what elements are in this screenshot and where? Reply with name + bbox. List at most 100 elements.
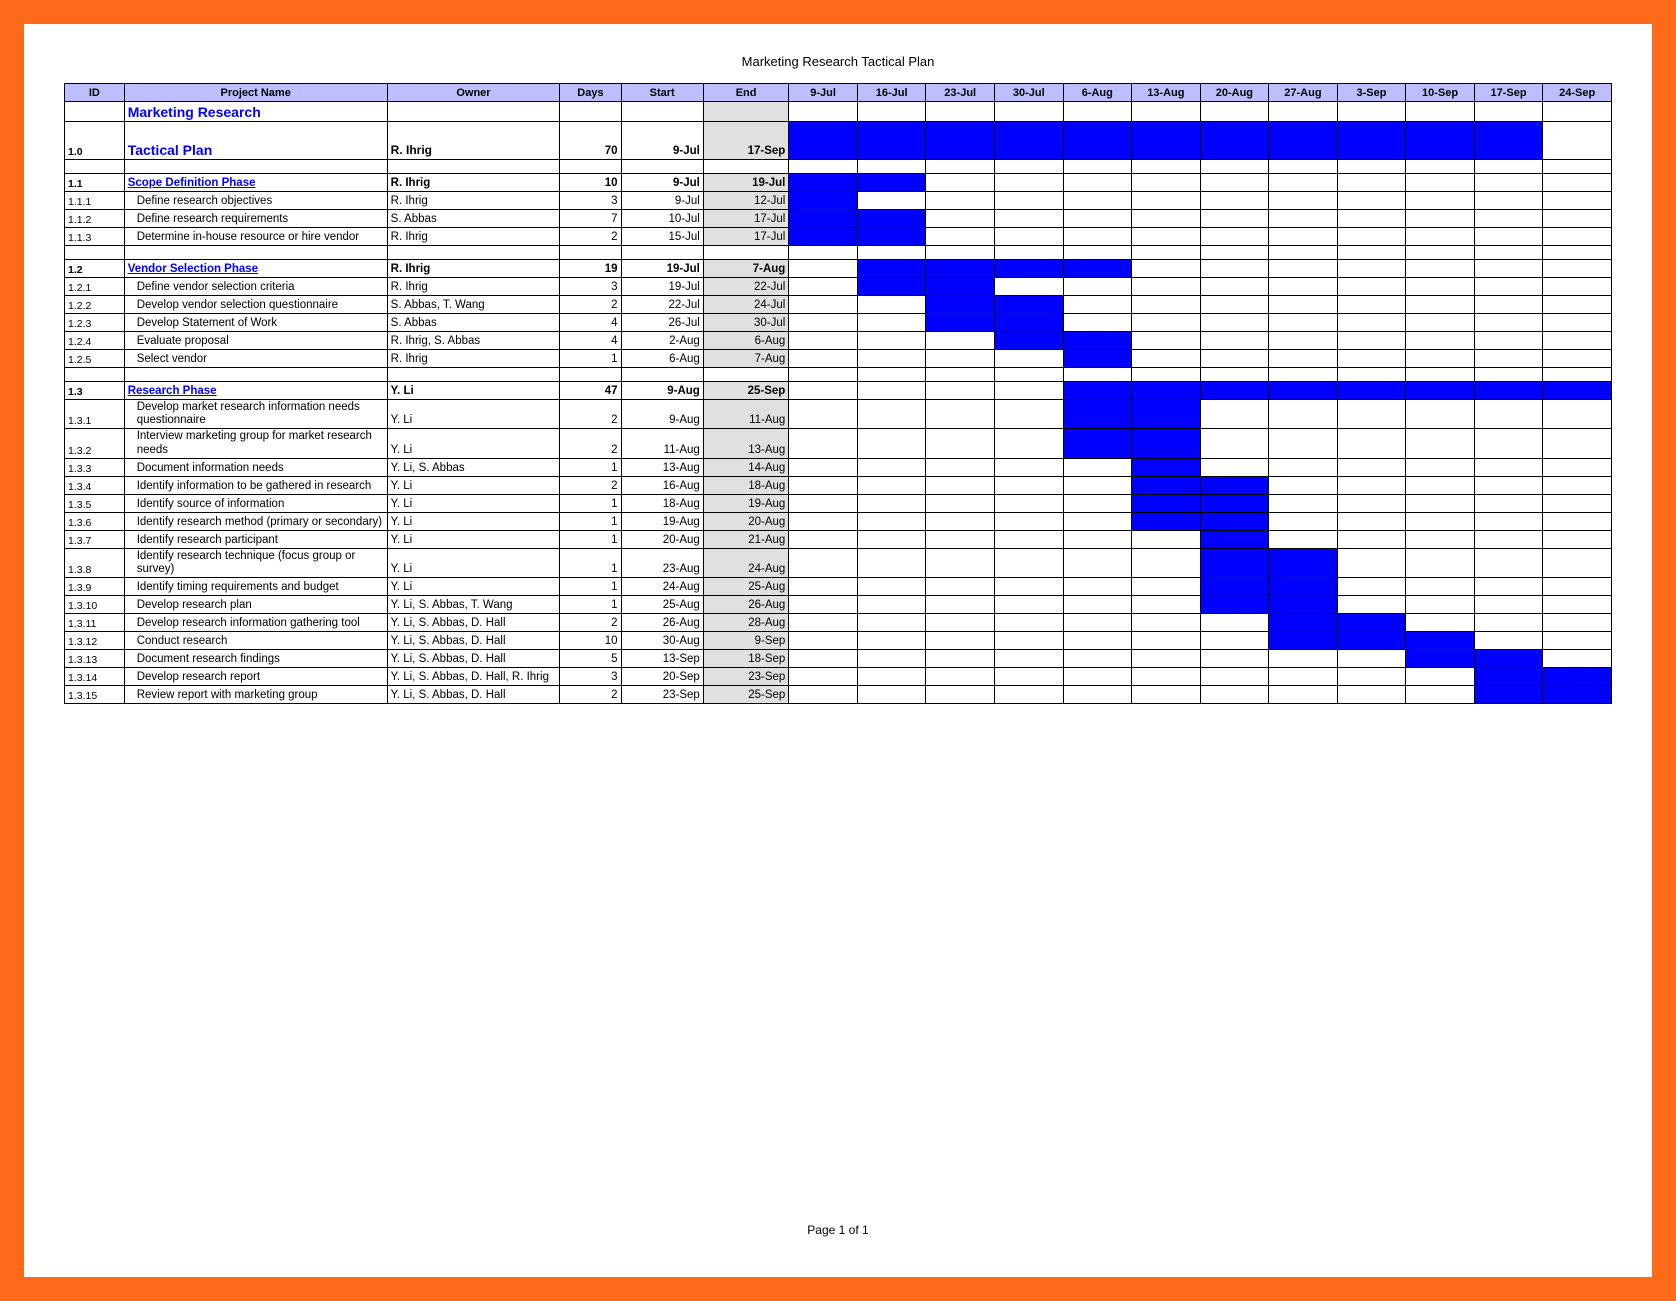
gantt-cell	[926, 458, 995, 476]
gantt-cell	[1269, 210, 1338, 228]
cell-id: 1.1.3	[65, 228, 125, 246]
cell-start: 26-Aug	[621, 614, 703, 632]
gantt-cell	[1337, 686, 1406, 704]
gantt-cell	[789, 530, 858, 548]
cell-days: 3	[560, 278, 621, 296]
cell-days: 1	[560, 578, 621, 596]
gantt-cell	[994, 494, 1063, 512]
gantt-cell	[789, 494, 858, 512]
gantt-cell	[1543, 512, 1612, 530]
gantt-cell	[789, 548, 858, 577]
gantt-cell	[1200, 210, 1269, 228]
cell-end: 19-Jul	[703, 174, 789, 192]
gantt-cell	[1543, 548, 1612, 577]
cell-name: Develop Statement of Work	[124, 314, 387, 332]
col-header-week: 24-Sep	[1543, 84, 1612, 102]
gantt-cell	[926, 332, 995, 350]
gantt-cell	[1474, 650, 1543, 668]
cell-id: 1.3.4	[65, 476, 125, 494]
cell-days: 1	[560, 350, 621, 368]
cell-end: 11-Aug	[703, 400, 789, 429]
gantt-cell	[1337, 296, 1406, 314]
gantt-table: ID Project Name Owner Days Start End 9-J…	[64, 83, 1612, 704]
gantt-cell	[994, 350, 1063, 368]
cell-owner: R. Ihrig	[387, 278, 560, 296]
cell-name: Develop vendor selection questionnaire	[124, 296, 387, 314]
gantt-cell	[1132, 192, 1201, 210]
cell-end: 14-Aug	[703, 458, 789, 476]
gantt-cell	[1337, 228, 1406, 246]
gantt-cell	[1132, 174, 1201, 192]
gantt-cell	[1474, 512, 1543, 530]
cell-end: 17-Jul	[703, 228, 789, 246]
cell-end: 18-Aug	[703, 476, 789, 494]
gantt-cell	[1200, 686, 1269, 704]
task-row: 1.1.1Define research objectivesR. Ihrig3…	[65, 192, 1612, 210]
gantt-cell	[1132, 228, 1201, 246]
cell-name: Research Phase	[124, 382, 387, 400]
gantt-cell	[1132, 494, 1201, 512]
cell-name: Conduct research	[124, 632, 387, 650]
gantt-cell	[926, 632, 995, 650]
gantt-cell	[789, 668, 858, 686]
gantt-cell	[1063, 210, 1132, 228]
cell-owner: Y. Li, S. Abbas, D. Hall	[387, 632, 560, 650]
cell-end: 7-Aug	[703, 350, 789, 368]
cell-owner: Y. Li, S. Abbas, T. Wang	[387, 596, 560, 614]
cell-id: 1.3.9	[65, 578, 125, 596]
cell-id: 1.3.11	[65, 614, 125, 632]
gantt-cell	[857, 668, 926, 686]
cell-days: 1	[560, 548, 621, 577]
cell-id: 1.3.12	[65, 632, 125, 650]
gantt-cell	[1543, 686, 1612, 704]
gantt-cell	[1063, 686, 1132, 704]
cell-name: Scope Definition Phase	[124, 174, 387, 192]
gantt-cell	[1474, 429, 1543, 458]
gantt-cell	[1337, 632, 1406, 650]
cell-name: Define research objectives	[124, 192, 387, 210]
gantt-cell	[789, 429, 858, 458]
gantt-cell	[1200, 512, 1269, 530]
gantt-cell	[789, 686, 858, 704]
task-row: 1.3.6Identify research method (primary o…	[65, 512, 1612, 530]
gantt-cell	[994, 650, 1063, 668]
gantt-cell	[1543, 314, 1612, 332]
cell-id: 1.2	[65, 260, 125, 278]
cell-owner: R. Ihrig	[387, 174, 560, 192]
cell-end: 18-Sep	[703, 650, 789, 668]
col-header-owner: Owner	[387, 84, 560, 102]
gantt-cell	[1200, 458, 1269, 476]
gantt-cell	[1269, 494, 1338, 512]
gantt-cell	[926, 350, 995, 368]
gantt-cell	[926, 614, 995, 632]
gantt-cell	[1063, 476, 1132, 494]
gantt-cell	[1406, 548, 1475, 577]
gantt-cell	[1269, 530, 1338, 548]
gantt-cell	[994, 210, 1063, 228]
cell-id: 1.3.14	[65, 668, 125, 686]
cell-start: 11-Aug	[621, 429, 703, 458]
gantt-cell	[1063, 350, 1132, 368]
gantt-cell	[1543, 650, 1612, 668]
gantt-cell	[1200, 102, 1269, 122]
gantt-cell	[1132, 530, 1201, 548]
gantt-cell	[1543, 350, 1612, 368]
gantt-cell	[926, 494, 995, 512]
cell-name: Identify information to be gathered in r…	[124, 476, 387, 494]
gantt-cell	[1543, 192, 1612, 210]
gantt-cell	[1132, 382, 1201, 400]
col-header-days: Days	[560, 84, 621, 102]
gantt-cell	[1269, 122, 1338, 160]
gantt-cell	[1337, 548, 1406, 577]
gantt-cell	[1063, 400, 1132, 429]
gantt-cell	[1269, 429, 1338, 458]
gantt-cell	[1132, 210, 1201, 228]
gantt-cell	[1337, 122, 1406, 160]
cell-name: Define research requirements	[124, 210, 387, 228]
gantt-cell	[1474, 314, 1543, 332]
task-row: 1.3.14Develop research reportY. Li, S. A…	[65, 668, 1612, 686]
gantt-cell	[1132, 512, 1201, 530]
gantt-cell	[926, 400, 995, 429]
gantt-cell	[1269, 632, 1338, 650]
gantt-cell	[1406, 382, 1475, 400]
